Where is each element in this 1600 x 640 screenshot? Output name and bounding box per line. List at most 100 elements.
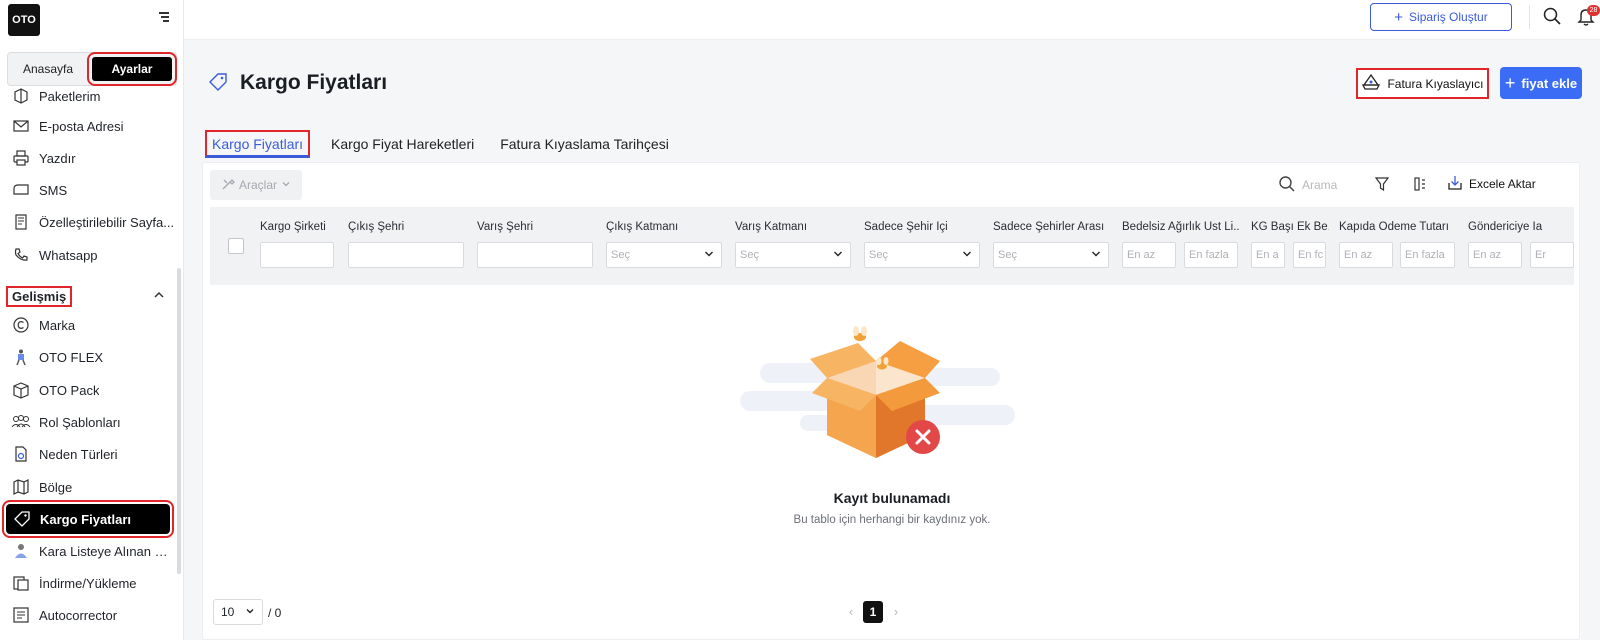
sidebar-item-packages[interactable]: Paketlerim <box>0 88 176 111</box>
add-price-label: fiyat ekle <box>1521 75 1578 91</box>
search-icon[interactable] <box>1542 6 1564 28</box>
copyright-icon <box>11 315 31 335</box>
sidebar-item-brand[interactable]: Marka <box>0 310 176 340</box>
column-header: Varış Şehri <box>477 221 534 233</box>
sidebar-item-label: E-posta Adresi <box>39 118 124 134</box>
max-filter-input[interactable]: En fazla <box>1400 242 1455 268</box>
min-filter-input[interactable]: En az <box>1468 242 1522 268</box>
min-filter-input[interactable]: En az <box>1339 242 1393 268</box>
sidebar-item-label: Paketlerim <box>39 88 101 104</box>
column-intercity-only: Sadece Şehirler Arası Seç <box>993 221 1109 268</box>
search-input[interactable] <box>1302 178 1356 192</box>
carrier-filter-input[interactable] <box>260 242 334 268</box>
chevron-down-icon <box>703 248 715 263</box>
max-filter-input[interactable]: Er <box>1530 242 1574 268</box>
min-filter-input[interactable]: En az <box>1122 242 1176 268</box>
sidebar-item-custom-page[interactable]: Özelleştirilebilir Sayfa... <box>0 207 176 237</box>
table-search <box>1278 173 1358 197</box>
topbar-divider <box>1529 5 1530 29</box>
column-extra-per-kg: KG Başı Ek Be... En a En fc <box>1251 221 1329 268</box>
sidebar-item-download-upload[interactable]: İndirme/Yükleme <box>0 568 176 598</box>
page-size-select[interactable]: 10 <box>213 599 263 625</box>
sidebar-item-label: Kara Listeye Alınan M... <box>39 543 176 559</box>
column-origin-city: Çıkış Şehri <box>348 221 464 268</box>
chevron-down-icon <box>245 605 255 619</box>
sidebar-item-print[interactable]: Yazdır <box>0 143 176 173</box>
logo[interactable]: OTO <box>8 4 40 36</box>
select-all-checkbox[interactable] <box>228 238 244 254</box>
tools-button[interactable]: Araçlar <box>210 170 302 200</box>
destination-tier-select[interactable]: Seç <box>735 242 851 268</box>
sidebar-item-sms[interactable]: SMS <box>0 175 176 205</box>
min-filter-input[interactable]: En a <box>1251 242 1285 268</box>
origin-tier-select[interactable]: Seç <box>606 242 722 268</box>
page-header: Kargo Fiyatları <box>208 68 387 98</box>
sidebar-item-label: Rol Şablonları <box>39 414 121 430</box>
export-excel-label: Excele Aktar <box>1469 177 1536 191</box>
intercity-only-select[interactable]: Seç <box>993 242 1109 268</box>
chevron-down-icon <box>281 178 291 192</box>
sidebar-item-label: Marka <box>39 317 76 333</box>
tab-home[interactable]: Anasayfa <box>8 53 88 85</box>
users-icon <box>11 412 31 432</box>
add-price-button[interactable]: + fiyat ekle <box>1500 67 1582 99</box>
price-tag-icon <box>12 509 32 529</box>
invoice-comparer-button[interactable]: Fatura Kıyaslayıcı <box>1356 68 1489 99</box>
page-tabs: Kargo Fiyatları Kargo Fiyat Hareketleri … <box>205 130 686 160</box>
sidebar-item-role-templates[interactable]: Rol Şablonları <box>0 407 176 437</box>
column-header: Çıkış Şehri <box>348 221 405 233</box>
courier-icon <box>11 347 31 367</box>
sidebar-item-email[interactable]: E-posta Adresi <box>0 111 176 141</box>
column-settings-icon[interactable] <box>1409 173 1431 195</box>
autocorrect-icon <box>11 605 31 625</box>
sidebar-item-label: OTO Pack <box>39 382 100 398</box>
search-icon <box>1278 175 1296 196</box>
empty-state-title: Kayıt bulunamadı <box>833 490 951 506</box>
map-icon <box>11 477 31 497</box>
sidebar-item-label: OTO FLEX <box>39 349 104 365</box>
prices-table-panel: Araçlar Excele Aktar Kargo Şirketi Çıkış… <box>202 162 1580 640</box>
empty-state-subtitle: Bu tablo için herhangi bir kaydınız yok. <box>793 514 991 526</box>
sidebar-nav: Paketlerim E-posta Adresi Yazdır SMS Öze… <box>0 88 183 640</box>
sidebar-tab-switch: Anasayfa Ayarlar <box>7 52 177 86</box>
intracity-only-select[interactable]: Seç <box>864 242 980 268</box>
destination-city-filter-input[interactable] <box>477 242 593 268</box>
tools-label: Araçlar <box>238 178 277 192</box>
sidebar-scrollbar[interactable] <box>177 268 181 574</box>
chevron-down-icon <box>961 248 973 263</box>
sidebar-item-whatsapp[interactable]: Whatsapp <box>0 240 176 270</box>
filter-icon[interactable] <box>1371 173 1393 195</box>
sidebar-item-reason-types[interactable]: Neden Türleri <box>0 439 176 469</box>
total-count: / 0 <box>268 606 282 620</box>
create-order-button[interactable]: + Sipariş Oluştur <box>1370 3 1512 31</box>
page-size-value: 10 <box>221 605 235 619</box>
sidebar-section-advanced[interactable]: Gelişmiş <box>6 284 166 308</box>
column-destination-city: Varış Şehri <box>477 221 593 268</box>
tab-price-movements[interactable]: Kargo Fiyat Hareketleri <box>326 130 479 158</box>
origin-city-filter-input[interactable] <box>348 242 464 268</box>
tab-invoice-comparison-history[interactable]: Fatura Kıyaslama Tarihçesi <box>495 130 674 158</box>
max-filter-input[interactable]: En fc <box>1293 242 1326 268</box>
sidebar-item-oto-pack[interactable]: OTO Pack <box>0 375 176 405</box>
tab-settings[interactable]: Ayarlar <box>87 52 177 86</box>
export-excel-button[interactable]: Excele Aktar <box>1446 172 1536 196</box>
max-filter-input[interactable]: En fazla <box>1184 242 1238 268</box>
sidebar-item-oto-flex[interactable]: OTO FLEX <box>0 342 176 372</box>
file-settings-icon <box>11 444 31 464</box>
chevron-left-icon[interactable]: ‹ <box>844 604 858 620</box>
column-sender: Göndericiye İa En az Er <box>1468 221 1574 268</box>
sidebar-item-autocorrector[interactable]: Autocorrector <box>0 600 176 630</box>
column-header: Bedelsiz Ağırlık Üst Li... <box>1122 221 1240 233</box>
sidebar-item-region[interactable]: Bölge <box>0 472 176 502</box>
column-header: Göndericiye İa <box>1468 221 1543 233</box>
sidebar-item-shipping-prices[interactable]: Kargo Fiyatları <box>2 500 174 538</box>
select-placeholder: Seç <box>869 249 888 261</box>
current-page-button[interactable]: 1 <box>863 601 883 623</box>
menu-collapse-icon[interactable] <box>153 10 169 26</box>
chevron-right-icon[interactable]: › <box>889 604 903 620</box>
column-header: Kargo Şirketi <box>260 221 326 233</box>
topbar: + Sipariş Oluştur 28 <box>184 0 1600 40</box>
tab-shipping-prices[interactable]: Kargo Fiyatları <box>205 130 311 158</box>
column-free-weight-limit: Bedelsiz Ağırlık Üst Li... En az En fazl… <box>1122 221 1240 268</box>
sidebar-item-blacklist[interactable]: Kara Listeye Alınan M... <box>0 536 176 566</box>
